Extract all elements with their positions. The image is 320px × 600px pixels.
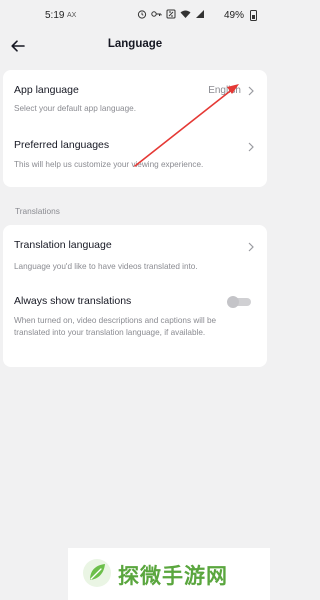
translation-language-subtitle: Language you'd like to have videos trans… (14, 262, 198, 271)
preferred-languages-subtitle: This will help us customize your viewing… (14, 160, 204, 169)
watermark-text: 探微手游网 (118, 565, 228, 588)
status-bar: 5:19 AX 49% (0, 0, 270, 32)
alarm-icon (137, 10, 147, 19)
translation-language-row[interactable]: Translation language Language you'd like… (3, 225, 267, 281)
translations-section-header: Translations (15, 206, 60, 216)
leaf-logo-icon (83, 559, 111, 587)
watermark: 探微手游网 (68, 548, 270, 600)
battery-percentage: 49% (224, 10, 245, 21)
status-icons (137, 9, 205, 19)
data-saver-icon (166, 9, 176, 19)
battery-icon (250, 10, 257, 21)
nav-bar: Language (0, 32, 270, 60)
chevron-right-icon (248, 242, 254, 252)
page-title: Language (107, 38, 163, 50)
status-time: 5:19 (45, 10, 65, 21)
toggle-knob (227, 296, 239, 308)
app-language-subtitle: Select your default app language. (14, 104, 136, 113)
chevron-right-icon (248, 142, 254, 152)
translation-language-title: Translation language (14, 239, 112, 251)
app-language-title: App language (14, 84, 79, 96)
app-language-row[interactable]: App language English Select your default… (3, 70, 267, 128)
always-show-translations-row: Always show translations When turned on,… (3, 281, 267, 367)
always-show-translations-title: Always show translations (14, 295, 132, 307)
wifi-icon (180, 10, 191, 18)
preferred-languages-title: Preferred languages (14, 139, 110, 151)
app-language-card: App language English Select your default… (3, 70, 267, 187)
status-carrier: AX (67, 12, 77, 19)
signal-icon (196, 10, 204, 18)
key-icon (151, 11, 162, 17)
always-show-translations-toggle[interactable] (227, 296, 251, 308)
always-show-translations-subtitle: When turned on, video descriptions and c… (14, 316, 217, 337)
chevron-right-icon (248, 86, 254, 96)
translations-card: Translation language Language you'd like… (3, 225, 267, 367)
preferred-languages-row[interactable]: Preferred languages This will help us cu… (3, 128, 267, 187)
app-language-value: English (208, 85, 241, 96)
